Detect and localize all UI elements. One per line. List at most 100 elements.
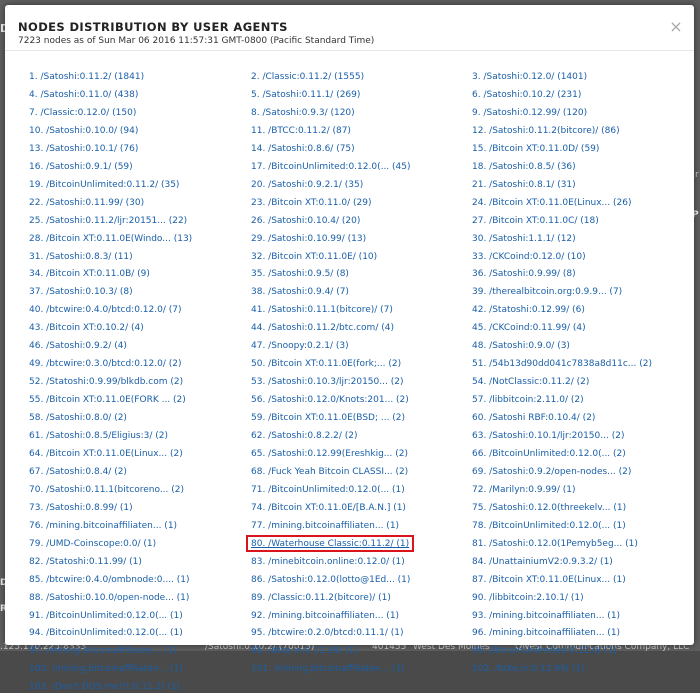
user-agent-link[interactable]: 90. /libbitcoin:2.10.1/ (1) — [472, 592, 584, 604]
user-agent-link[interactable]: 85. /btcwire:0.4.0/ombnode:0.... (1) — [29, 574, 190, 586]
user-agent-link[interactable]: 37. /Satoshi:0.10.3/ (8) — [29, 286, 133, 298]
user-agent-link[interactable]: 67. /Satoshi:0.8.4/ (2) — [29, 466, 127, 478]
user-agent-link[interactable]: 50. /Bitcoin XT:0.11.0E(fork;... (2) — [251, 358, 401, 370]
user-agent-link[interactable]: 60. /Satoshi RBF:0.10.4/ (2) — [472, 412, 595, 424]
user-agent-link[interactable]: 77. /mining.bitcoinaffiliaten... (1) — [251, 520, 399, 532]
user-agent-link[interactable]: 61. /Satoshi:0.8.5/Eligius:3/ (2) — [29, 430, 168, 442]
user-agent-link[interactable]: 12. /Satoshi:0.11.2(bitcore)/ (86) — [472, 125, 620, 137]
user-agent-link[interactable]: 100. /mining.bitcoinaffiliaten... (1) — [29, 663, 183, 675]
user-agent-link[interactable]: 63. /Satoshi:0.10.1/ljr:20150... (2) — [472, 430, 624, 442]
user-agent-link[interactable]: 10. /Satoshi:0.10.0/ (94) — [29, 125, 138, 137]
user-agent-link[interactable]: 69. /Satoshi:0.9.2/open-nodes... (2) — [472, 466, 631, 478]
user-agent-link[interactable]: 13. /Satoshi:0.10.1/ (76) — [29, 143, 138, 155]
user-agent-link[interactable]: 71. /BitcoinUnlimited:0.12.0(... (1) — [251, 484, 405, 496]
user-agent-link[interactable]: 84. /UnattainiumV2:0.9.3.2/ (1) — [472, 556, 613, 568]
user-agent-link[interactable]: 41. /Satoshi:0.11.1(bitcore)/ (7) — [251, 304, 393, 316]
user-agent-link[interactable]: 70. /Satoshi:0.11.1(bitcoreno... (2) — [29, 484, 184, 496]
user-agent-link[interactable]: 75. /Satoshi:0.12.0(threekelv... (1) — [472, 502, 626, 514]
user-agent-link[interactable]: 46. /Satoshi:0.9.2/ (4) — [29, 340, 127, 352]
user-agent-link[interactable]: 2. /Classic:0.11.2/ (1555) — [251, 71, 364, 83]
user-agent-link[interactable]: 29. /Satoshi:0.10.99/ (13) — [251, 233, 366, 245]
user-agent-link[interactable]: 16. /Satoshi:0.9.1/ (59) — [29, 161, 133, 173]
user-agent-link[interactable]: 4. /Satoshi:0.11.0/ (438) — [29, 89, 138, 101]
user-agent-link[interactable]: 94. /BitcoinUnlimited:0.12.0(... (1) — [29, 627, 183, 639]
user-agent-link[interactable]: 101. /mining.bitcoinaffiliaten... (1) — [251, 663, 405, 675]
user-agent-link[interactable]: 95. /btcwire:0.2.0/btcd:0.11.1/ (1) — [251, 627, 403, 639]
user-agent-link[interactable]: 92. /mining.bitcoinaffiliaten... (1) — [251, 610, 399, 622]
user-agent-link[interactable]: 36. /Satoshi:0.9.99/ (8) — [472, 268, 576, 280]
user-agent-link[interactable]: 8. /Satoshi:0.9.3/ (120) — [251, 107, 355, 119]
user-agent-link[interactable]: 62. /Satoshi:0.8.2.2/ (2) — [251, 430, 358, 442]
user-agent-link[interactable]: 83. /minebitcoin.online:0.12.0/ (1) — [251, 556, 405, 568]
user-agent-link[interactable]: 24. /Bitcoin XT:0.11.0E(Linux... (26) — [472, 197, 631, 209]
user-agent-link[interactable]: 32. /Bitcoin XT:0.11.0E/ (10) — [251, 251, 377, 263]
user-agent-link[interactable]: 79. /UMD-Coinscope:0.0/ (1) — [29, 538, 156, 550]
user-agent-link[interactable]: 47. /Snoopy:0.2.1/ (3) — [251, 340, 349, 352]
user-agent-link[interactable]: 26. /Satoshi:0.10.4/ (20) — [251, 215, 360, 227]
user-agent-link[interactable]: 58. /Satoshi:0.8.0/ (2) — [29, 412, 127, 424]
user-agent-link[interactable]: 35. /Satoshi:0.9.5/ (8) — [251, 268, 349, 280]
user-agent-link[interactable]: 65. /Satoshi:0.12.99(Ereshkig... (2) — [251, 448, 408, 460]
user-agent-link[interactable]: 93. /mining.bitcoinaffiliaten... (1) — [472, 610, 620, 622]
user-agent-link[interactable]: 31. /Satoshi:0.8.3/ (11) — [29, 251, 133, 263]
user-agent-link[interactable]: 103. /Don't DOS me!!!:0.11.2/ (1) — [29, 681, 180, 693]
user-agent-link[interactable]: 96. /mining.bitcoinaffiliaten... (1) — [472, 627, 620, 639]
user-agent-link[interactable]: 18. /Satoshi:0.8.5/ (36) — [472, 161, 576, 173]
user-agent-link[interactable]: 20. /Satoshi:0.9.2.1/ (35) — [251, 179, 363, 191]
user-agent-link[interactable]: 39. /therealbitcoin.org:0.9.9... (7) — [472, 286, 622, 298]
user-agent-link[interactable]: 54. /NotClassic:0.11.2/ (2) — [472, 376, 589, 388]
user-agent-link[interactable]: 7. /Classic:0.12.0/ (150) — [29, 107, 136, 119]
user-agent-link[interactable]: 82. /Statoshi:0.11.99/ (1) — [29, 556, 142, 568]
user-agent-link[interactable]: 55. /Bitcoin XT:0.11.0E(FORK ... (2) — [29, 394, 186, 406]
user-agent-link[interactable]: 99. /BitcoinUnlimited:0.12.0/ (1) — [472, 645, 617, 657]
user-agent-link[interactable]: 14. /Satoshi:0.8.6/ (75) — [251, 143, 355, 155]
user-agent-link[interactable]: 33. /CKCoind:0.12.0/ (10) — [472, 251, 586, 263]
user-agent-link[interactable]: 87. /Bitcoin XT:0.11.0E(Linux... (1) — [472, 574, 626, 586]
user-agent-link[interactable]: 40. /btcwire:0.4.0/btcd:0.12.0/ (7) — [29, 304, 181, 316]
user-agent-link[interactable]: 68. /Fuck Yeah Bitcoin CLASSI... (2) — [251, 466, 408, 478]
user-agent-link[interactable]: 30. /Satoshi:1.1.1/ (12) — [472, 233, 576, 245]
user-agent-link[interactable]: 86. /Satoshi:0.12.0(lotto@1Ed... (1) — [251, 574, 410, 586]
user-agent-link[interactable]: 17. /BitcoinUnlimited:0.12.0(... (45) — [251, 161, 411, 173]
user-agent-link[interactable]: 25. /Satoshi:0.11.2/ljr:20151... (22) — [29, 215, 187, 227]
user-agent-link[interactable]: 9. /Satoshi:0.12.99/ (120) — [472, 107, 587, 119]
user-agent-link[interactable]: 80. /Waterhouse Classic:0.11.2/ (1) — [246, 535, 415, 552]
user-agent-link[interactable]: 74. /Bitcoin XT:0.11.0E/[B.A.N.] (1) — [251, 502, 406, 514]
user-agent-link[interactable]: 22. /Satoshi:0.11.99/ (30) — [29, 197, 144, 209]
user-agent-link[interactable]: 3. /Satoshi:0.12.0/ (1401) — [472, 71, 587, 83]
user-agent-link[interactable]: 43. /Bitcoin XT:0.10.2/ (4) — [29, 322, 144, 334]
user-agent-link[interactable]: 56. /Satoshi:0.12.0/Knots:201... (2) — [251, 394, 409, 406]
user-agent-link[interactable]: 48. /Satoshi:0.9.0/ (3) — [472, 340, 570, 352]
user-agent-link[interactable]: 88. /Satoshi:0.10.0/open-node... (1) — [29, 592, 189, 604]
user-agent-link[interactable]: 51. /54b13d90dd041c7838a8d11c... (2) — [472, 358, 652, 370]
user-agent-link[interactable]: 49. /btcwire:0.3.0/btcd:0.12.0/ (2) — [29, 358, 181, 370]
user-agent-link[interactable]: 53. /Satoshi:0.10.3/ljr:20150... (2) — [251, 376, 403, 388]
user-agent-link[interactable]: 44. /Satoshi:0.11.2/btc.com/ (4) — [251, 322, 394, 334]
user-agent-link[interactable]: 57. /libbitcoin:2.11.0/ (2) — [472, 394, 584, 406]
user-agent-link[interactable]: 64. /Bitcoin XT:0.11.0E(Linux... (2) — [29, 448, 183, 460]
user-agent-link[interactable]: 91. /BitcoinUnlimited:0.12.0(... (1) — [29, 610, 183, 622]
user-agent-link[interactable]: 38. /Satoshi:0.9.4/ (7) — [251, 286, 349, 298]
user-agent-link[interactable]: 73. /Satoshi:0.8.99/ (1) — [29, 502, 133, 514]
user-agent-link[interactable]: 23. /Bitcoin XT:0.11.0/ (29) — [251, 197, 371, 209]
user-agent-link[interactable]: 21. /Satoshi:0.8.1/ (31) — [472, 179, 576, 191]
user-agent-link[interactable]: 98. /btko.in:0.11.99/ (1) — [251, 645, 358, 657]
user-agent-link[interactable]: 6. /Satoshi:0.10.2/ (231) — [472, 89, 581, 101]
user-agent-link[interactable]: 78. /BitcoinUnlimited:0.12.0(... (1) — [472, 520, 626, 532]
user-agent-link[interactable]: 19. /BitcoinUnlimited:0.11.2/ (35) — [29, 179, 179, 191]
user-agent-link[interactable]: 34. /Bitcoin XT:0.11.0B/ (9) — [29, 268, 150, 280]
user-agent-link[interactable]: 27. /Bitcoin XT:0.11.0C/ (18) — [472, 215, 599, 227]
user-agent-link[interactable]: 97. /mining.bitcoinaffiliaten... (1) — [29, 645, 177, 657]
user-agent-link[interactable]: 81. /Satoshi:0.12.0(1Pemyb5eg... (1) — [472, 538, 638, 550]
user-agent-link[interactable]: 52. /Statoshi:0.9.99/blkdb.com (2) — [29, 376, 183, 388]
user-agent-link[interactable]: 76. /mining.bitcoinaffiliaten... (1) — [29, 520, 177, 532]
user-agent-link[interactable]: 28. /Bitcoin XT:0.11.0E(Windo... (13) — [29, 233, 192, 245]
user-agent-link[interactable]: 89. /Classic:0.11.2(bitcore)/ (1) — [251, 592, 391, 604]
user-agent-link[interactable]: 102. /btko.in:0.12.99/ (1) — [472, 663, 585, 675]
user-agent-link[interactable]: 5. /Satoshi:0.11.1/ (269) — [251, 89, 360, 101]
user-agent-link[interactable]: 66. /BitcoinUnlimited:0.12.0(... (2) — [472, 448, 626, 460]
user-agent-link[interactable]: 11. /BTCC:0.11.2/ (87) — [251, 125, 351, 137]
user-agent-link[interactable]: 45. /CKCoind:0.11.99/ (4) — [472, 322, 586, 334]
user-agent-link[interactable]: 59. /Bitcoin XT:0.11.0E(BSD; ... (2) — [251, 412, 405, 424]
user-agent-link[interactable]: 15. /Bitcoin XT:0.11.0D/ (59) — [472, 143, 599, 155]
